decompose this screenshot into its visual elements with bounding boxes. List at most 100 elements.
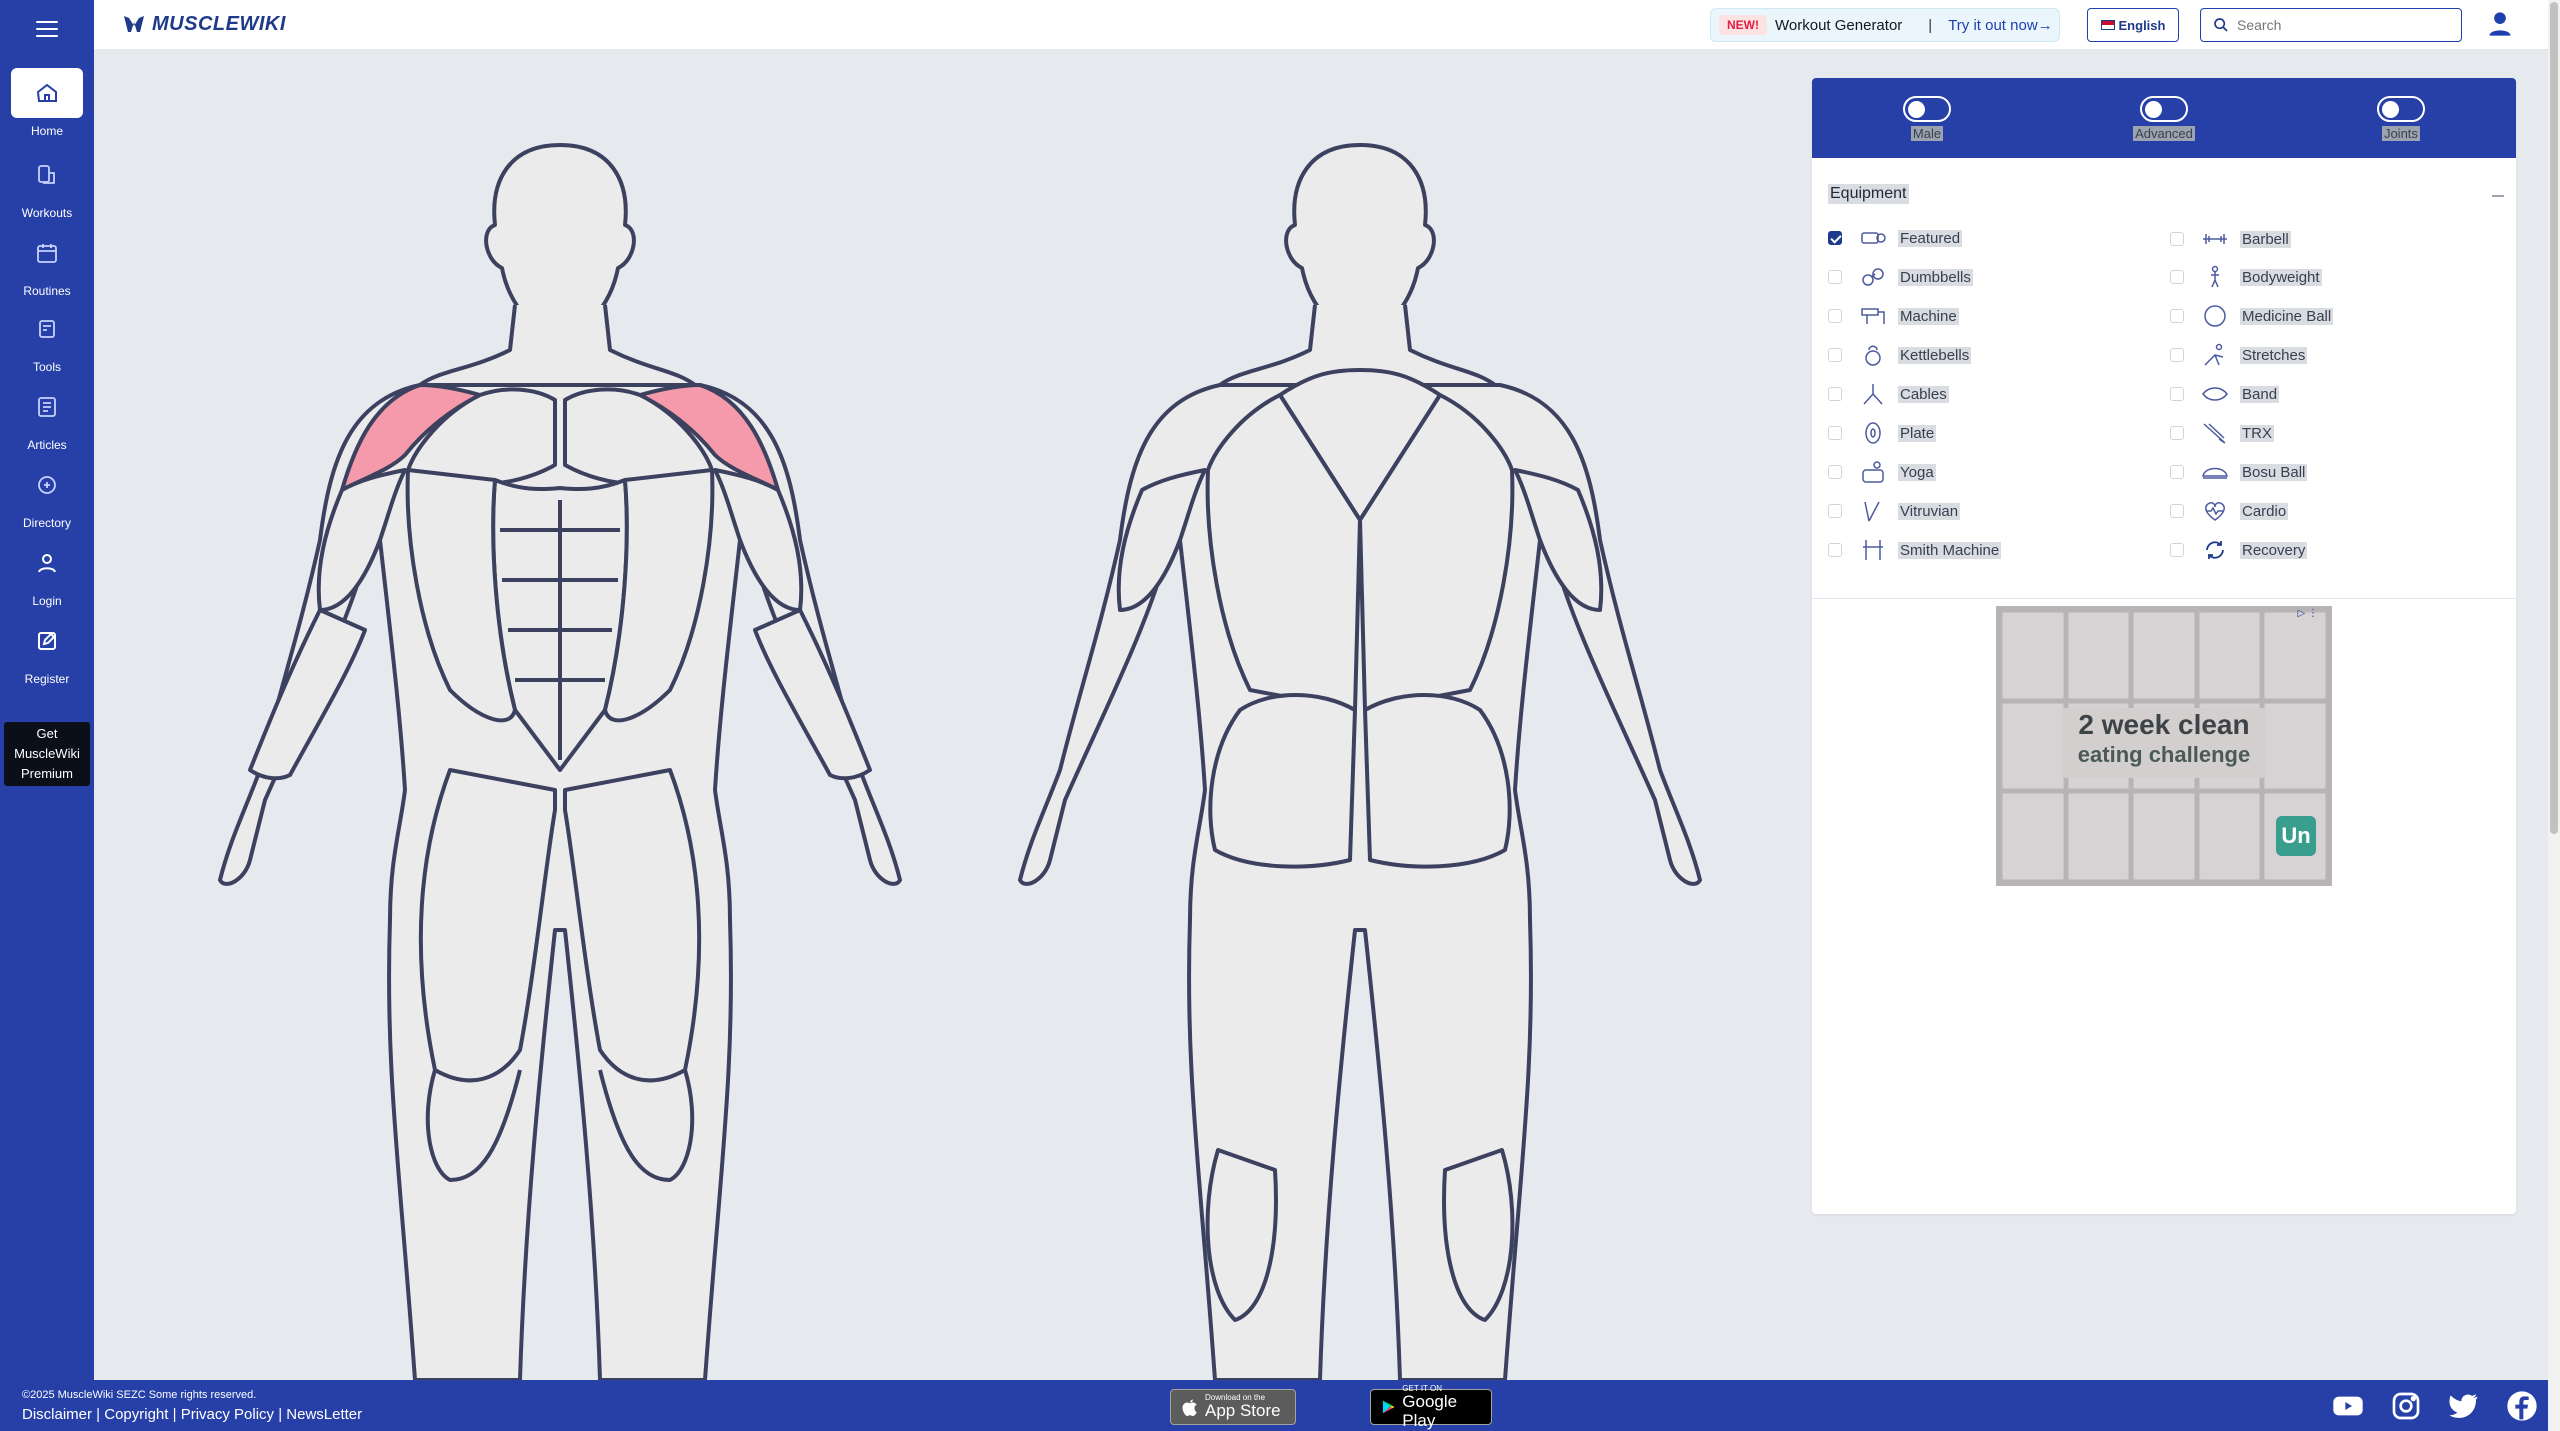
male-toggle[interactable] [1903,95,1952,122]
search-input[interactable] [2237,17,2447,33]
sidebar-item-login[interactable]: Login [0,538,94,608]
equipment-label: Dumbbells [1898,268,1973,286]
get-premium-button[interactable]: Get MuscleWiki Premium [4,722,90,786]
search-box[interactable] [2200,8,2462,42]
sidebar-item-register[interactable]: Register [0,616,94,686]
checkbox[interactable] [2170,426,2184,440]
directory-icon [11,460,83,510]
plate-icon [1858,420,1888,446]
checkbox[interactable] [1828,504,1842,518]
youtube-icon[interactable] [2332,1390,2364,1422]
advanced-toggle-group: Advanced [2133,95,2195,141]
equipment-item-kettlebells[interactable]: Kettlebells [1828,340,1972,370]
back-right-glute[interactable] [1363,693,1512,869]
equipment-item-medicine-ball[interactable]: Medicine Ball [2170,301,2334,331]
checkbox[interactable] [2170,309,2184,323]
workouts-icon [11,150,83,200]
sidebar-item-articles[interactable]: Articles [0,382,94,452]
collapse-icon[interactable] [2492,195,2504,197]
toggle-label: Joints [2381,125,2420,141]
checkbox[interactable] [1828,465,1842,479]
promo-cta-link[interactable]: Try it out now→ [1948,17,2052,34]
ad-cell [2002,702,2064,790]
equipment-item-recovery[interactable]: Recovery [2170,535,2308,565]
equipment-item-vitruvian[interactable]: Vitruvian [1828,496,1961,526]
language-selector[interactable]: English [2087,8,2179,42]
checkbox[interactable] [2170,465,2184,479]
equipment-item-machine[interactable]: Machine [1828,301,1959,331]
front-right-forearm[interactable] [753,608,872,781]
scrollbar[interactable] [2548,0,2560,1431]
checkbox[interactable] [1828,387,1842,401]
front-figure [218,143,902,1380]
equipment-item-bodyweight[interactable]: Bodyweight [2170,262,2322,292]
equipment-item-barbell[interactable]: Barbell [2170,224,2291,254]
edit-icon [11,616,83,666]
equipment-item-plate[interactable]: Plate [1828,418,1937,448]
checkbox[interactable] [1828,426,1842,440]
equipment-item-yoga[interactable]: Yoga [1828,457,1936,487]
checkbox[interactable] [1828,309,1842,323]
us-flag-icon [2100,20,2115,30]
workout-generator-promo[interactable]: NEW! Workout Generator | Try it out now→ [1710,8,2060,42]
sidebar-item-routines[interactable]: Routines [0,228,94,298]
account-icon[interactable] [2486,10,2514,38]
sidebar-item-workouts[interactable]: Workouts [0,150,94,220]
facebook-icon[interactable] [2506,1390,2538,1422]
scrollbar-thumb[interactable] [2550,2,2558,834]
equipment-item-cardio[interactable]: Cardio [2170,496,2289,526]
equipment-item-stretches[interactable]: Stretches [2170,340,2308,370]
ad-cell [2264,612,2326,699]
premium-line: MuscleWiki [14,746,80,761]
joints-toggle[interactable] [2376,95,2425,122]
instagram-icon[interactable] [2390,1390,2422,1422]
front-left-forearm[interactable] [248,608,367,781]
articles-icon [11,382,83,432]
footer-link-privacy[interactable]: Privacy Policy [181,1406,274,1423]
footer-link-copyright[interactable]: Copyright [104,1406,168,1423]
adchoices-icon[interactable]: ▷ ⋮ [2298,608,2318,619]
sidebar-item-tools[interactable]: Tools [0,304,94,374]
sidebar-item-label: Workouts [21,206,73,220]
checkbox[interactable] [2170,543,2184,557]
google-play-button[interactable]: GET IT ON Google Play [1370,1384,1492,1429]
equipment-item-band[interactable]: Band [2170,379,2280,409]
checkbox[interactable] [1828,231,1842,245]
checkbox[interactable] [2170,348,2184,362]
stretch-icon [2200,342,2230,368]
checkbox[interactable] [1828,270,1842,284]
bosu-ball-icon [2200,459,2230,485]
back-left-glute[interactable] [1208,693,1357,869]
vitruvian-icon [1858,498,1888,524]
equipment-item-cables[interactable]: Cables [1828,379,1949,409]
checkbox[interactable] [2170,270,2184,284]
equipment-item-featured[interactable]: Featured [1828,223,1963,253]
checkbox[interactable] [2170,387,2184,401]
equipment-label: Stretches [2240,346,2308,364]
checkbox[interactable] [2170,232,2184,246]
footer-link-newsletter[interactable]: NewsLetter [286,1406,362,1423]
promo-title: Workout Generator [1775,16,1903,34]
equipment-item-dumbbells[interactable]: Dumbbells [1828,262,1973,292]
twitter-icon[interactable] [2448,1390,2480,1422]
ad-cell [2198,612,2261,699]
copyright-text: ©2025 MuscleWiki SEZC Some rights reserv… [22,1389,257,1401]
checkbox[interactable] [2170,504,2184,518]
sidebar-item-home[interactable]: Home [0,68,94,138]
footer-link-disclaimer[interactable]: Disclaimer [22,1406,92,1423]
musclewiki-logo[interactable]: MUSCLEWIKI [122,12,286,36]
advanced-toggle[interactable] [2139,95,2188,122]
equipment-item-smith-machine[interactable]: Smith Machine [1828,535,2002,565]
premium-line: Get [36,726,58,741]
sidebar-item-directory[interactable]: Directory [0,460,94,530]
advertisement[interactable]: 2 week clean eating challenge Un ▷ ⋮ [1996,606,2332,886]
checkbox[interactable] [1828,543,1842,557]
machine-icon [1858,303,1888,329]
tools-icon [11,304,83,354]
menu-icon[interactable] [36,16,58,37]
app-store-button[interactable]: Download on the App Store [1170,1389,1296,1425]
equipment-item-trx[interactable]: TRX [2170,418,2274,448]
checkbox[interactable] [1828,348,1842,362]
filter-panel-header: Male Advanced Joints [1812,78,2516,158]
equipment-item-bosu-ball[interactable]: Bosu Ball [2170,457,2308,487]
